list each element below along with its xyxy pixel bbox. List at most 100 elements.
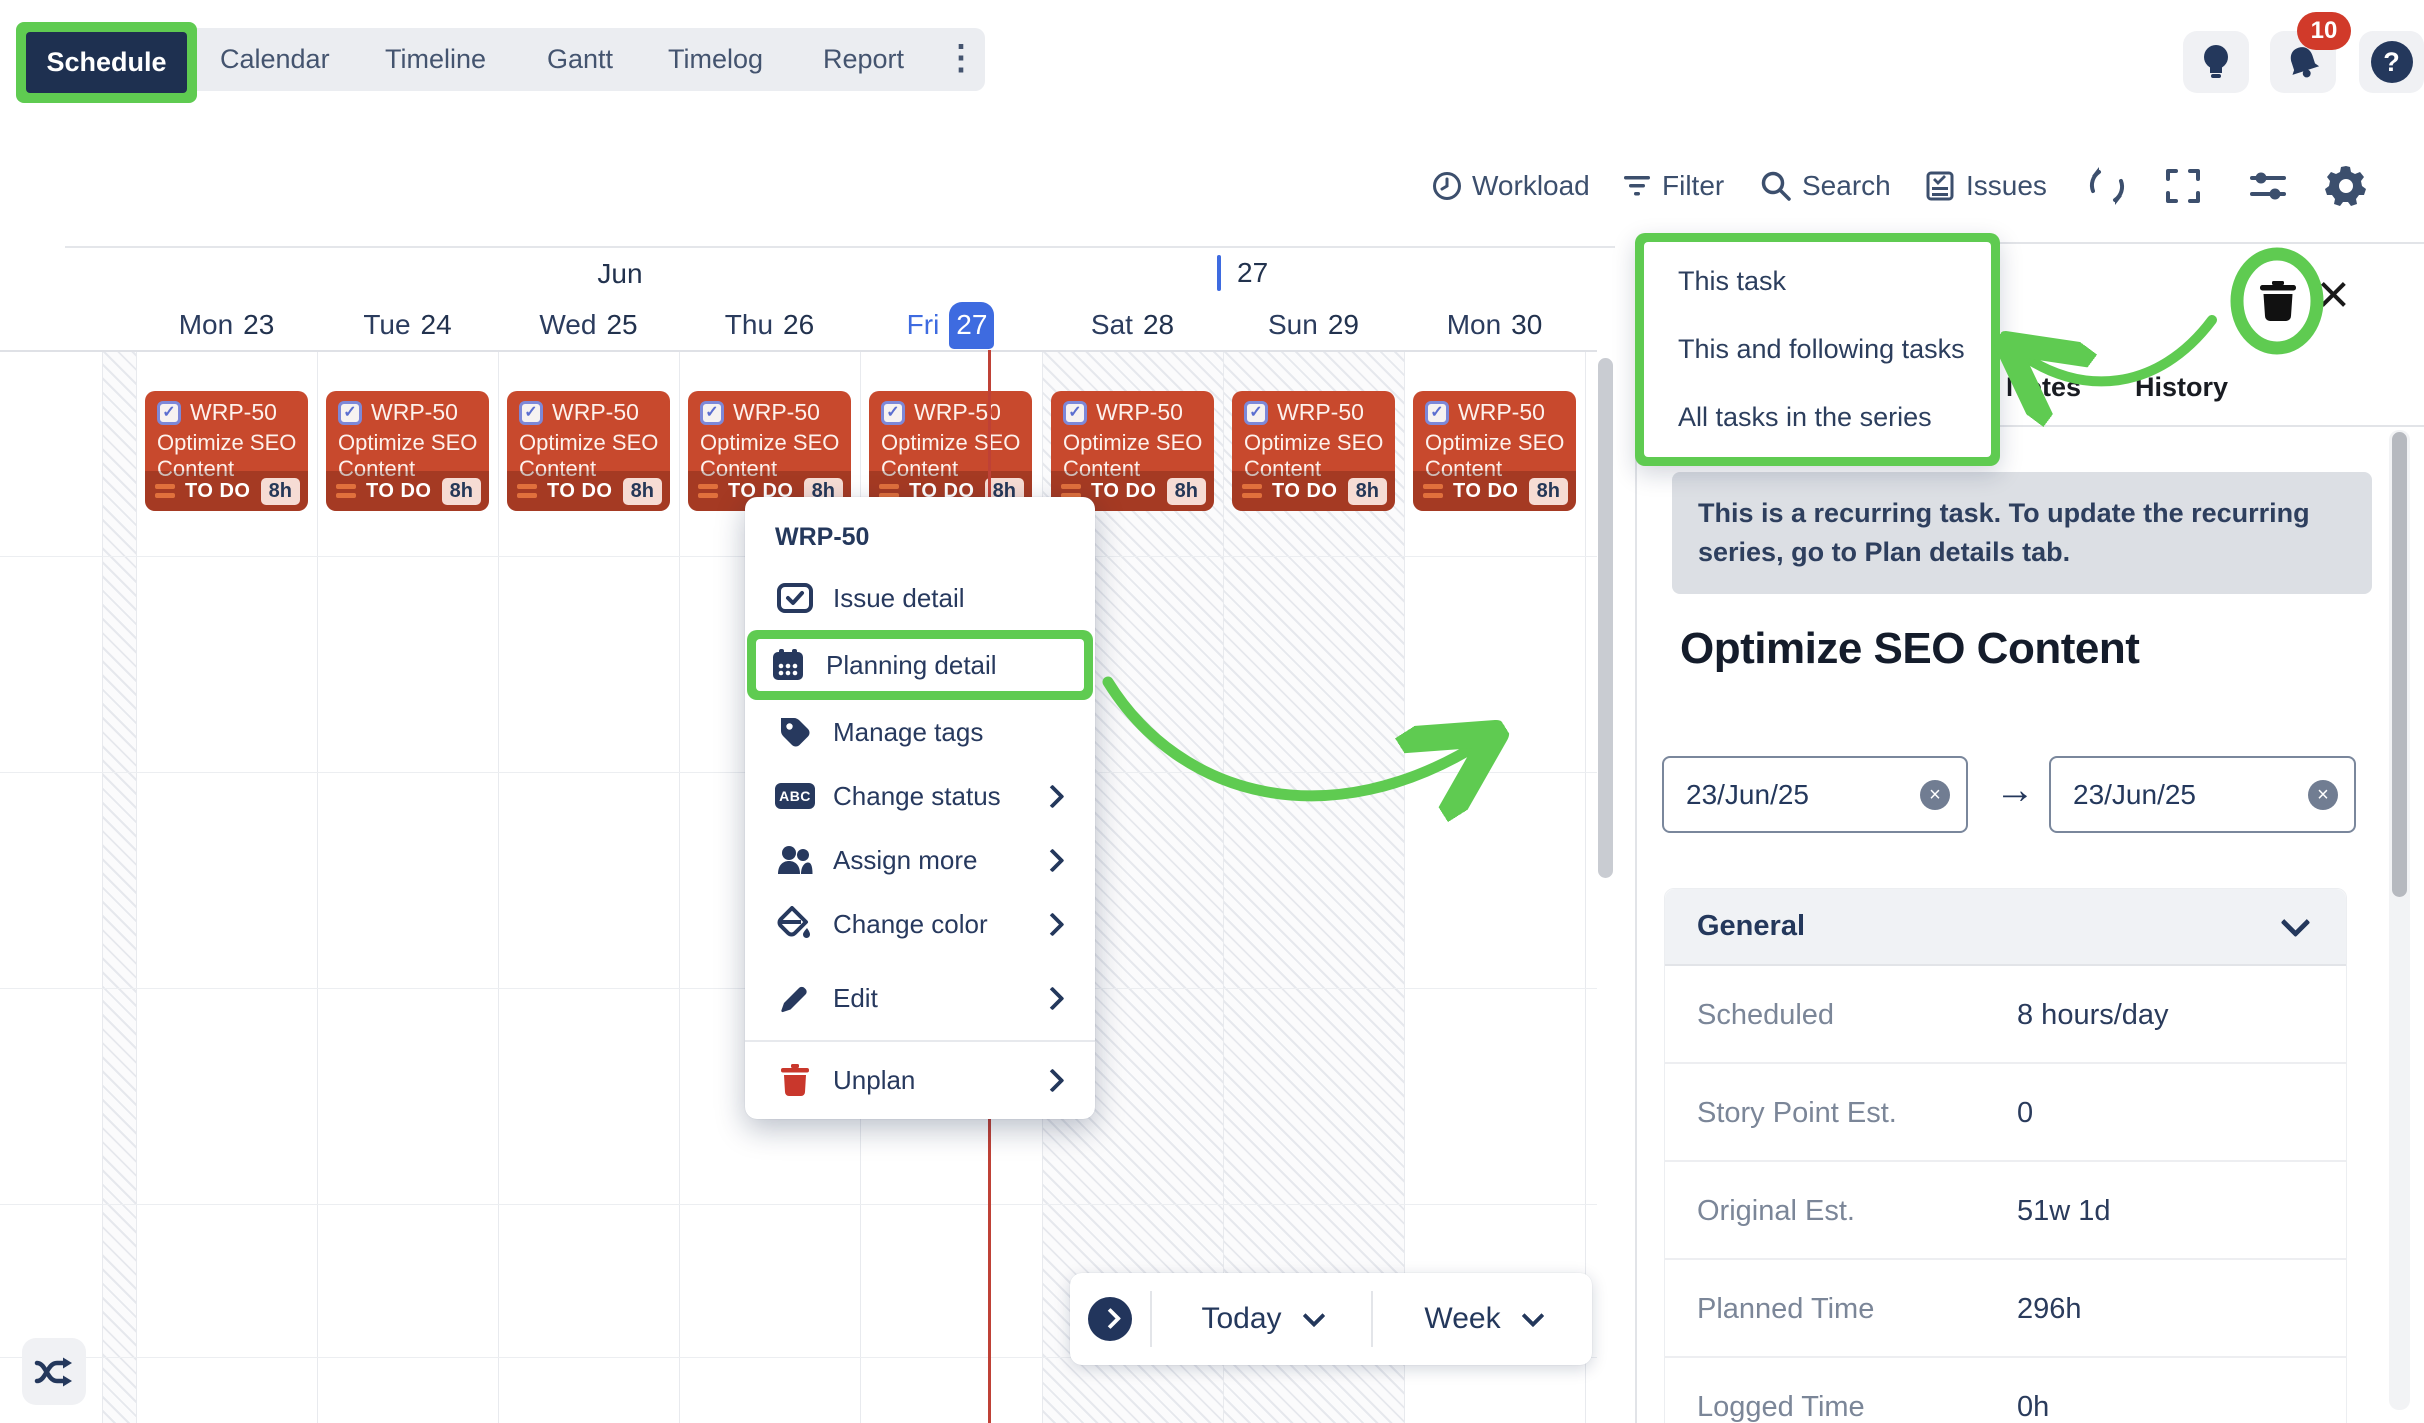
task-type-icon: ✓ xyxy=(519,401,543,425)
menu-item-change-color[interactable]: Change color xyxy=(745,892,1095,956)
start-date-field[interactable]: 23/Jun/25 × xyxy=(1662,756,1968,833)
status-badge: TO DO xyxy=(1091,480,1157,503)
filter-icon xyxy=(1622,173,1652,199)
day-header-wed25[interactable]: Wed25 xyxy=(498,300,679,350)
end-date-value: 23/Jun/25 xyxy=(2073,779,2196,811)
task-key: WRP-50 xyxy=(190,399,277,426)
option-all-tasks[interactable]: All tasks in the series xyxy=(1678,402,1991,433)
priority-medium-icon xyxy=(1061,484,1081,498)
tab-schedule-highlight: Schedule xyxy=(16,22,197,103)
menu-item-planning-detail[interactable]: Planning detail xyxy=(747,639,1093,691)
tab-history[interactable]: History xyxy=(2135,372,2228,403)
task-key: WRP-50 xyxy=(1096,399,1183,426)
context-menu-task-key: WRP-50 xyxy=(775,523,869,552)
trash-icon xyxy=(777,1063,813,1097)
sliders-icon xyxy=(2248,168,2288,204)
end-date-field[interactable]: 23/Jun/25 × xyxy=(2049,756,2356,833)
tab-timeline[interactable]: Timeline xyxy=(385,28,486,91)
field-value: 51w 1d xyxy=(2017,1195,2111,1228)
next-period-button[interactable] xyxy=(1088,1297,1132,1341)
clear-start-date-icon[interactable]: × xyxy=(1920,780,1950,810)
menu-item-manage-tags[interactable]: Manage tags xyxy=(745,700,1095,764)
task-card-wed25[interactable]: ✓WRP-50 Optimize SEO Content TO DO8h xyxy=(507,391,670,511)
hours-badge: 8h xyxy=(623,478,662,505)
field-label: Story Point Est. xyxy=(1697,1097,1897,1130)
day-header-sun29[interactable]: Sun29 xyxy=(1223,300,1404,350)
task-type-icon: ✓ xyxy=(157,401,181,425)
today-dropdown[interactable]: Today xyxy=(1152,1302,1371,1336)
task-card-mon23[interactable]: ✓WRP-50 Optimize SEO Content TO DO8h xyxy=(145,391,308,511)
grid-vline xyxy=(498,350,499,1423)
task-card-tue24[interactable]: ✓WRP-50 Optimize SEO Content TO DO8h xyxy=(326,391,489,511)
menu-item-issue-detail[interactable]: Issue detail xyxy=(745,566,1095,630)
fullscreen-button[interactable] xyxy=(2164,160,2202,212)
today-badge: 27 xyxy=(949,302,994,349)
task-key: WRP-50 xyxy=(733,399,820,426)
task-key: WRP-50 xyxy=(552,399,639,426)
refresh-icon xyxy=(2086,165,2128,207)
general-section-header[interactable]: General xyxy=(1665,889,2346,966)
task-type-icon: ✓ xyxy=(700,401,724,425)
priority-medium-icon xyxy=(698,484,718,498)
task-card-fri27[interactable]: ✓WRP-50 Optimize SEO Content TO DO8h xyxy=(869,391,1032,511)
day-header-thu26[interactable]: Thu26 xyxy=(679,300,860,350)
tab-timelog[interactable]: Timelog xyxy=(668,28,763,91)
priority-medium-icon xyxy=(1242,484,1262,498)
day-header-mon23[interactable]: Mon23 xyxy=(136,300,317,350)
panel-scrollbar[interactable] xyxy=(2392,432,2407,897)
hours-badge: 8h xyxy=(1348,478,1387,505)
day-header-fri27-today[interactable]: Fri27 xyxy=(860,300,1041,350)
help-button[interactable]: ? xyxy=(2359,31,2424,93)
calendar-scrollbar[interactable] xyxy=(1598,358,1613,878)
menu-item-change-status[interactable]: ABC Change status xyxy=(745,764,1095,828)
day-header-tue24[interactable]: Tue24 xyxy=(317,300,498,350)
status-badge: TO DO xyxy=(1272,480,1338,503)
tab-report[interactable]: Report xyxy=(823,28,904,91)
issues-button[interactable]: Issues xyxy=(1924,160,2047,212)
delete-task-button[interactable] xyxy=(2227,247,2331,360)
range-dropdown[interactable]: Week xyxy=(1373,1302,1592,1336)
tab-calendar[interactable]: Calendar xyxy=(220,28,330,91)
gear-icon xyxy=(2324,164,2368,208)
tips-button[interactable] xyxy=(2183,31,2249,93)
tab-schedule[interactable]: Schedule xyxy=(26,32,187,93)
reorder-button[interactable] xyxy=(22,1338,86,1405)
recurring-task-note: This is a recurring task. To update the … xyxy=(1672,472,2372,594)
refresh-button[interactable] xyxy=(2086,160,2128,212)
clear-end-date-icon[interactable]: × xyxy=(2308,780,2338,810)
task-type-icon: ✓ xyxy=(881,401,905,425)
task-card-mon30[interactable]: ✓WRP-50 Optimize SEO Content TO DO8h xyxy=(1413,391,1576,511)
nav-more-icon[interactable]: ⋮ xyxy=(944,28,976,91)
settings-button[interactable] xyxy=(2324,160,2368,212)
search-label: Search xyxy=(1802,170,1891,202)
filter-button[interactable]: Filter xyxy=(1622,160,1724,212)
hours-badge: 8h xyxy=(442,478,481,505)
search-button[interactable]: Search xyxy=(1760,160,1891,212)
view-settings-button[interactable] xyxy=(2248,160,2288,212)
menu-item-assign-more[interactable]: Assign more xyxy=(745,828,1095,892)
help-icon: ? xyxy=(2371,41,2413,83)
week-number: 27 xyxy=(1217,255,1268,291)
workload-label: Workload xyxy=(1472,170,1590,202)
offday-hatch-left xyxy=(102,352,136,1423)
menu-item-unplan[interactable]: Unplan xyxy=(745,1048,1095,1112)
task-card-sat28[interactable]: ✓WRP-50 Optimize SEO Content TO DO8h xyxy=(1051,391,1214,511)
field-value: 296h xyxy=(2017,1293,2082,1326)
field-row-scheduled: Scheduled 8 hours/day xyxy=(1665,966,2346,1064)
chevron-down-icon xyxy=(1521,1305,1544,1328)
tab-notes[interactable]: Notes xyxy=(2006,372,2081,403)
tab-gantt[interactable]: Gantt xyxy=(547,28,613,91)
task-card-sun29[interactable]: ✓WRP-50 Optimize SEO Content TO DO8h xyxy=(1232,391,1395,511)
task-card-thu26[interactable]: ✓WRP-50 Optimize SEO Content TO DO8h xyxy=(688,391,851,511)
workload-button[interactable]: Workload xyxy=(1432,160,1590,212)
option-this-and-following[interactable]: This and following tasks xyxy=(1678,334,1991,365)
task-type-icon: ✓ xyxy=(1244,401,1268,425)
issues-label: Issues xyxy=(1966,170,2047,202)
option-this-task[interactable]: This task xyxy=(1678,266,1991,297)
day-header-sat28[interactable]: Sat28 xyxy=(1042,300,1223,350)
task-type-icon: ✓ xyxy=(338,401,362,425)
menu-item-edit[interactable]: Edit xyxy=(745,966,1095,1030)
hours-badge: 8h xyxy=(1167,478,1206,505)
grid-vline xyxy=(679,350,680,1423)
day-header-mon30[interactable]: Mon30 xyxy=(1404,300,1585,350)
